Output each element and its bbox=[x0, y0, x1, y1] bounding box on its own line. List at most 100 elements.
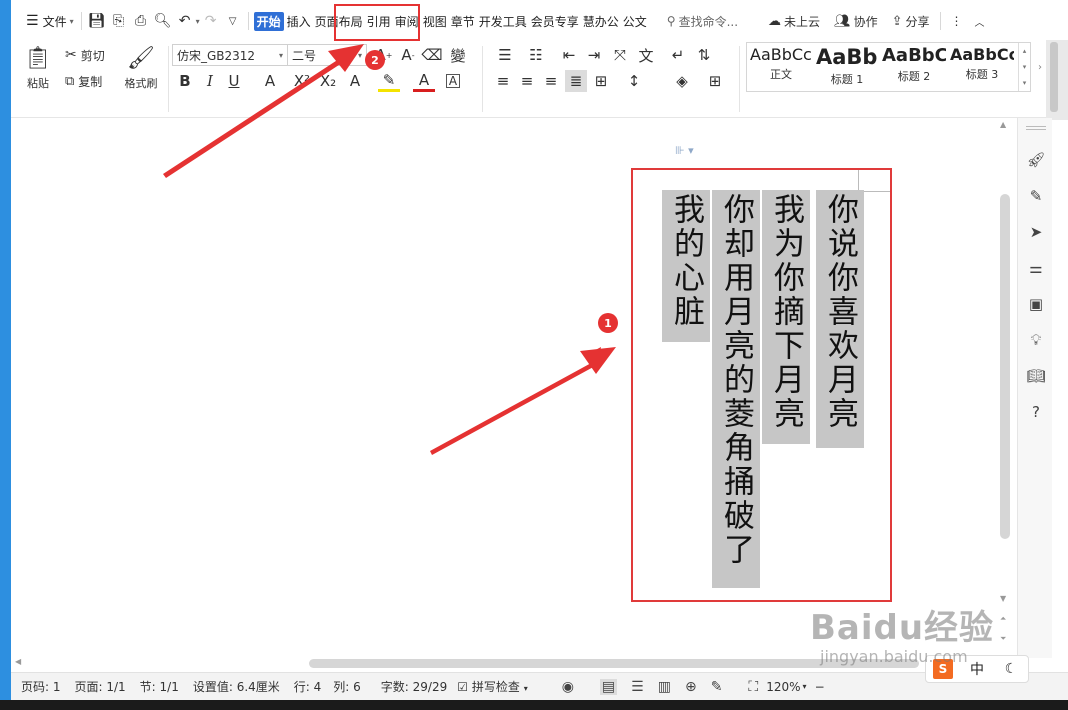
phonetic-guide-icon[interactable]: 變 bbox=[447, 44, 469, 66]
scroll-thumb[interactable] bbox=[309, 659, 919, 668]
style-heading-1[interactable]: AaBb 标题 1 bbox=[815, 45, 879, 91]
tab-smart-office[interactable]: 慧办公 bbox=[582, 13, 620, 30]
increase-indent-icon[interactable]: ⇥ bbox=[583, 44, 605, 66]
cursor-icon[interactable]: ➤ bbox=[1026, 222, 1046, 242]
superscript-icon[interactable]: X² bbox=[291, 70, 313, 92]
adjust-icon[interactable]: ⚌ bbox=[1026, 258, 1046, 278]
tab-chapter[interactable]: 章节 bbox=[450, 13, 476, 30]
zoom-dropdown-icon[interactable]: ▾ bbox=[803, 682, 807, 691]
lightbulb-icon[interactable]: 💡︎ bbox=[1026, 330, 1046, 350]
char-border-icon[interactable]: A bbox=[446, 74, 460, 88]
image-tool-icon[interactable]: ▣ bbox=[1026, 294, 1046, 314]
print-preview-icon[interactable]: 🔍︎ bbox=[152, 10, 174, 32]
align-center-icon[interactable]: ≡ bbox=[516, 70, 538, 92]
scroll-down-icon[interactable]: ▼ bbox=[1000, 594, 1006, 603]
numbered-list-icon[interactable]: ☷ bbox=[525, 44, 547, 66]
document-canvas[interactable]: ⊪ ▾ 你说你喜欢月亮 我为你摘下月亮 你却用月亮的菱角捅破了 我的心脏 bbox=[11, 118, 998, 656]
copy-button[interactable]: ⧉ 复制 bbox=[65, 71, 102, 91]
status-row[interactable]: 行: 4 bbox=[294, 678, 322, 695]
status-section[interactable]: 节: 1/1 bbox=[140, 678, 179, 695]
bullet-list-icon[interactable]: ☰ bbox=[494, 44, 516, 66]
spell-check-button[interactable]: ☑ 拼写检查 ▾ bbox=[457, 678, 527, 695]
scroll-left-icon[interactable]: ◀ bbox=[15, 657, 21, 666]
ribbon-scroll-right-icon[interactable]: › bbox=[1035, 60, 1045, 74]
command-search[interactable]: ⚲ 查找命令... bbox=[667, 13, 738, 30]
text-effect-icon[interactable]: A bbox=[344, 70, 366, 92]
more-options-icon[interactable]: ⋮ bbox=[951, 14, 963, 28]
align-left-icon[interactable]: ≡ bbox=[492, 70, 514, 92]
print-icon[interactable]: ⎙ bbox=[130, 10, 152, 32]
file-menu-button[interactable]: ☰ 文件 ▾ bbox=[23, 8, 77, 34]
horizontal-scrollbar[interactable]: ◀ bbox=[11, 656, 998, 670]
style-heading-2[interactable]: AaBbC 标题 2 bbox=[881, 45, 947, 91]
line-spacing-icon[interactable]: ↕ bbox=[623, 70, 645, 92]
cut-button[interactable]: ✂ 剪切 bbox=[65, 45, 105, 65]
scroll-thumb[interactable] bbox=[1050, 42, 1058, 112]
bold-icon[interactable]: B bbox=[174, 70, 196, 92]
text-column-3[interactable]: 你却用月亮的菱角捅破了 bbox=[712, 190, 760, 588]
tab-member[interactable]: 会员专享 bbox=[530, 13, 580, 30]
sogou-icon[interactable]: S bbox=[933, 659, 953, 679]
pen-icon[interactable]: ✎ bbox=[1026, 186, 1046, 206]
eye-protection-icon[interactable]: ◉ bbox=[562, 679, 574, 695]
borders-icon[interactable]: ⊞ bbox=[704, 70, 726, 92]
highlight-icon[interactable]: ✎ bbox=[378, 70, 400, 92]
status-setting-value[interactable]: 设置值: 6.4厘米 bbox=[193, 678, 280, 695]
text-column-2[interactable]: 我为你摘下月亮 bbox=[762, 190, 810, 444]
text-column-1[interactable]: 你说你喜欢月亮 bbox=[816, 190, 864, 448]
distributed-icon[interactable]: ⊞ bbox=[590, 70, 612, 92]
rocket-icon[interactable]: 🚀︎ bbox=[1026, 150, 1046, 170]
cloud-status-button[interactable]: ☁ 未上云 bbox=[768, 13, 820, 30]
moon-icon[interactable]: ☾ bbox=[994, 656, 1028, 682]
save-icon[interactable]: 💾︎ bbox=[86, 10, 108, 32]
font-style-a-icon[interactable]: A bbox=[259, 70, 281, 92]
tab-developer[interactable]: 开发工具 bbox=[478, 13, 528, 30]
gallery-scroll[interactable]: ▴ ▾ ▾ bbox=[1018, 43, 1030, 91]
scroll-thumb[interactable] bbox=[1000, 194, 1010, 539]
show-marks-icon[interactable]: ↵ bbox=[667, 44, 689, 66]
status-word-count[interactable]: 字数: 29/29 bbox=[381, 678, 447, 695]
book-search-icon[interactable]: 📖︎ bbox=[1026, 366, 1046, 386]
clear-format-icon[interactable]: ⌫ bbox=[421, 44, 443, 66]
tab-official-doc[interactable]: 公文 bbox=[622, 13, 648, 30]
status-page-count[interactable]: 页面: 1/1 bbox=[75, 678, 126, 695]
italic-icon[interactable]: I bbox=[199, 70, 221, 92]
ribbon-side-scroll[interactable] bbox=[1046, 40, 1068, 120]
style-normal[interactable]: AaBbCcD 正文 bbox=[749, 45, 813, 91]
underline-icon[interactable]: U bbox=[223, 70, 245, 92]
prev-page-icon[interactable]: ⏶ bbox=[1000, 614, 1006, 624]
font-size-select[interactable]: 二号 ▾ bbox=[287, 44, 367, 66]
collaborate-button[interactable]: 👥︎ 协作 bbox=[834, 13, 878, 30]
ime-mode[interactable]: 中 bbox=[960, 656, 994, 682]
justify-icon[interactable]: ≣ bbox=[565, 70, 587, 92]
style-heading-3[interactable]: AaBbCc 标题 3 bbox=[949, 45, 1015, 91]
collapse-ribbon-icon[interactable]: ︿ bbox=[975, 14, 985, 29]
redo-icon[interactable]: ↷ bbox=[200, 10, 222, 32]
scroll-up-icon[interactable]: ▲ bbox=[1000, 120, 1006, 129]
status-page-number[interactable]: 页码: 1 bbox=[21, 678, 61, 695]
tab-home[interactable]: 开始 bbox=[253, 11, 284, 31]
decrease-indent-icon[interactable]: ⇤ bbox=[558, 44, 580, 66]
sort-icon[interactable]: ⇅ bbox=[693, 44, 715, 66]
subscript-icon[interactable]: X₂ bbox=[317, 70, 339, 92]
font-name-select[interactable]: 仿宋_GB2312 ▾ bbox=[172, 44, 288, 66]
zoom-out-icon[interactable]: − bbox=[815, 680, 825, 694]
outline-view-icon[interactable]: ☰ bbox=[631, 679, 644, 695]
customize-toolbar-icon[interactable]: ▽ bbox=[222, 10, 244, 32]
write-view-icon[interactable]: ✎ bbox=[711, 679, 723, 695]
text-direction-icon[interactable]: ⤧ bbox=[609, 44, 631, 66]
export-pdf-icon[interactable]: ⎘ bbox=[108, 10, 130, 32]
input-method-toolbar[interactable]: S 中 ☾ bbox=[925, 655, 1029, 683]
paste-button[interactable]: 📋︎ 粘贴 bbox=[19, 44, 57, 94]
text-column-4[interactable]: 我的心脏 bbox=[662, 190, 710, 342]
vertical-scrollbar[interactable]: ▲ ▼ ⏶ ⏷ bbox=[998, 118, 1012, 656]
shading-icon[interactable]: ◈ bbox=[671, 70, 693, 92]
web-view-icon[interactable]: ⊕ bbox=[685, 679, 697, 695]
fit-page-icon[interactable]: ⛶ bbox=[748, 679, 758, 695]
shrink-font-icon[interactable]: A- bbox=[397, 44, 419, 66]
read-view-icon[interactable]: ▥ bbox=[658, 679, 671, 695]
font-color-icon[interactable]: A bbox=[413, 70, 435, 92]
format-painter-button[interactable]: 🖌︎ 格式刷 bbox=[117, 44, 165, 94]
next-page-icon[interactable]: ⏷ bbox=[1000, 634, 1006, 644]
page-view-icon[interactable]: ▤ bbox=[599, 678, 618, 695]
